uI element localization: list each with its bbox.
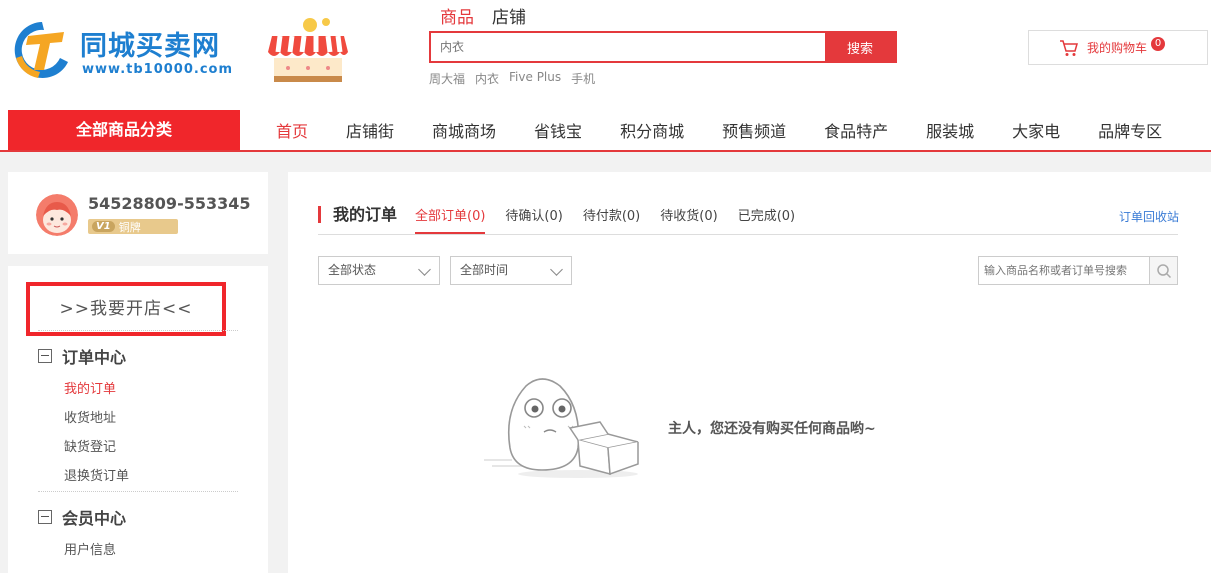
cart-count-badge: 0 <box>1151 36 1166 51</box>
search-input[interactable] <box>431 33 825 61</box>
nav-item-clothing[interactable]: 服装城 <box>926 118 974 142</box>
order-search-button[interactable] <box>1149 257 1177 284</box>
menu-separator <box>38 491 238 492</box>
group-title: 订单中心 <box>62 348 127 367</box>
logo-icon <box>14 22 68 78</box>
sidebar-item-returns[interactable]: 退换货订单 <box>64 465 129 484</box>
hot-word[interactable]: Five Plus <box>509 70 561 87</box>
shop-icon[interactable] <box>266 16 350 84</box>
chevron-down-icon <box>418 263 431 276</box>
search-button[interactable]: 搜索 <box>825 33 895 61</box>
sidebar-menu: >>我要开店<< 订单中心 我的订单 收货地址 缺货登记 退换货订单 会员中心 … <box>8 266 268 573</box>
orders-panel: 我的订单 全部订单(0) 待确认(0) 待付款(0) 待收货(0) 已完成(0)… <box>288 172 1211 573</box>
avatar[interactable] <box>36 194 78 236</box>
tab-completed[interactable]: 已完成(0) <box>738 205 795 234</box>
nav-item-presale[interactable]: 预售频道 <box>722 118 786 142</box>
menu-separator <box>38 330 238 331</box>
tab-to-receive[interactable]: 待收货(0) <box>660 205 717 234</box>
chevron-down-icon <box>550 263 563 276</box>
member-level-badge: V1 铜牌 <box>88 219 178 234</box>
search-icon <box>1156 263 1171 278</box>
empty-orders-message: 主人，您还没有购买任何商品哟~ <box>668 421 876 437</box>
empty-box-icon <box>484 378 639 478</box>
logo-text: 同城买卖网 <box>80 31 220 62</box>
search-tab-shops[interactable]: 店铺 <box>492 3 526 28</box>
username: 54528809-553345 <box>88 194 251 213</box>
time-filter-select[interactable]: 全部时间 <box>450 256 572 285</box>
hot-word[interactable]: 手机 <box>571 70 595 87</box>
hot-word[interactable]: 内衣 <box>475 70 499 87</box>
tab-to-confirm[interactable]: 待确认(0) <box>505 205 562 234</box>
sidebar-item-my-orders[interactable]: 我的订单 <box>64 378 116 397</box>
nav-item-mall[interactable]: 商城商场 <box>432 118 496 142</box>
cart-icon <box>1060 39 1078 56</box>
user-card: 54528809-553345 V1 铜牌 <box>8 172 268 254</box>
group-member-center[interactable]: 会员中心 <box>38 505 126 529</box>
tab-to-pay[interactable]: 待付款(0) <box>583 205 640 234</box>
search-tab-goods[interactable]: 商品 <box>440 3 474 28</box>
status-filter-select[interactable]: 全部状态 <box>318 256 440 285</box>
site-logo[interactable]: 同城买卖网 www.tb10000.com <box>8 16 240 82</box>
nav-item-savings[interactable]: 省钱宝 <box>534 118 582 142</box>
nav-item-points-mall[interactable]: 积分商城 <box>620 118 684 142</box>
nav-item-food[interactable]: 食品特产 <box>824 118 888 142</box>
toggle-minus-icon[interactable] <box>38 510 52 524</box>
toggle-minus-icon[interactable] <box>38 349 52 363</box>
nav-item-shop-street[interactable]: 店铺街 <box>346 118 394 142</box>
open-shop-button[interactable]: >>我要开店<< <box>26 282 226 336</box>
site-header: 同城买卖网 www.tb10000.com 商品 店铺 搜索 周大福 内衣 Fi… <box>0 0 1211 152</box>
level-label: 铜牌 <box>118 220 141 234</box>
hot-word[interactable]: 周大福 <box>429 70 465 87</box>
search-box: 搜索 <box>429 31 897 63</box>
order-status-tabs: 全部订单(0) 待确认(0) 待付款(0) 待收货(0) 已完成(0) <box>415 205 795 234</box>
cart-label: 我的购物车 <box>1087 41 1148 55</box>
sidebar-item-user-info[interactable]: 用户信息 <box>64 539 116 558</box>
nav-divider <box>0 150 1211 152</box>
logo-url: www.tb10000.com <box>82 62 234 77</box>
cart-button[interactable]: 我的购物车 0 <box>1028 30 1208 65</box>
nav-item-appliances[interactable]: 大家电 <box>1012 118 1060 142</box>
sidebar-item-addresses[interactable]: 收货地址 <box>64 407 116 426</box>
sidebar-item-stockout[interactable]: 缺货登记 <box>64 436 116 455</box>
page-title: 我的订单 <box>318 206 397 223</box>
nav-item-brands[interactable]: 品牌专区 <box>1098 118 1162 142</box>
tabs-divider <box>318 234 1178 235</box>
hot-search-words: 周大福 内衣 Five Plus 手机 <box>429 70 595 87</box>
group-order-center[interactable]: 订单中心 <box>38 344 126 368</box>
order-search-input[interactable] <box>979 257 1149 284</box>
nav-item-home[interactable]: 首页 <box>276 118 308 142</box>
order-search-box <box>978 256 1178 285</box>
group-title: 会员中心 <box>62 509 127 528</box>
search-type-tabs: 商品 店铺 <box>440 3 526 28</box>
time-filter-value: 全部时间 <box>460 263 509 277</box>
tab-all-orders[interactable]: 全部订单(0) <box>415 205 486 234</box>
main-nav: 首页 店铺街 商城商场 省钱宝 积分商城 预售频道 食品特产 服装城 大家电 品… <box>276 110 1200 150</box>
status-filter-value: 全部状态 <box>328 263 377 277</box>
order-recycle-link[interactable]: 订单回收站 <box>1119 208 1179 225</box>
all-categories-button[interactable]: 全部商品分类 <box>8 110 240 150</box>
level-v-mark: V1 <box>92 221 115 232</box>
